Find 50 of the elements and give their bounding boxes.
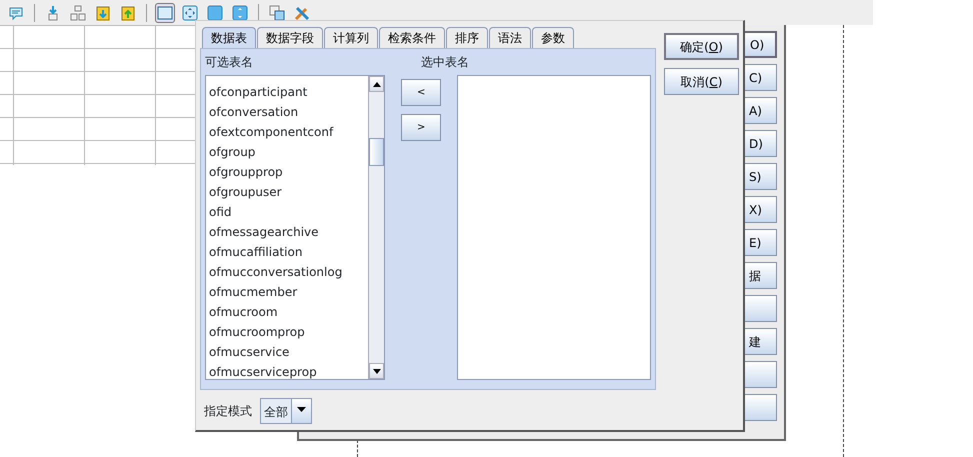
list-item[interactable]: ofgroupuser — [206, 182, 368, 202]
dialog-button[interactable]: 确定(O) — [664, 33, 739, 60]
mode-dropdown[interactable]: 全部 — [260, 398, 312, 424]
tab[interactable]: 语法 — [489, 27, 531, 48]
list-item[interactable]: ofmucroomprop — [206, 322, 368, 342]
list-item[interactable]: ofmessagearchive — [206, 222, 368, 242]
list-item[interactable]: ofgroup — [206, 142, 368, 162]
caret-icon — [297, 407, 306, 412]
list-item[interactable]: ofid — [206, 202, 368, 222]
move-button[interactable]: > — [401, 114, 442, 141]
list-label: 可选表名 — [205, 54, 253, 71]
fit-icon — [182, 4, 198, 20]
tab[interactable]: 数据表 — [202, 27, 256, 48]
table-list[interactable] — [205, 75, 386, 380]
scrollbar[interactable] — [368, 76, 384, 379]
square-icon — [207, 4, 223, 20]
list-item[interactable]: ofmucroom — [206, 302, 368, 322]
window-icon — [157, 4, 173, 20]
tab[interactable]: 检索条件 — [379, 27, 445, 48]
list-item[interactable]: ofmucconversationlog — [206, 262, 368, 282]
list-item[interactable]: ofconversation — [206, 102, 368, 122]
clipboard-icon — [120, 4, 136, 20]
scrollbar-thumb[interactable] — [369, 138, 384, 166]
clipboard-icon — [95, 4, 111, 20]
comment-icon — [8, 4, 24, 20]
tab[interactable]: 数据字段 — [257, 27, 323, 48]
toolbar-button[interactable] — [155, 2, 175, 22]
tab[interactable]: 参数 — [532, 27, 574, 48]
tab[interactable]: 排序 — [446, 27, 488, 48]
list-item[interactable]: ofmucaffiliation — [206, 242, 368, 262]
list-item[interactable]: ofmucmember — [206, 282, 368, 302]
down-arrow-icon — [372, 368, 381, 374]
move-button[interactable]: < — [401, 79, 442, 106]
list-item[interactable]: ofmucserviceprop — [206, 362, 368, 379]
toolbar-button[interactable] — [68, 2, 88, 22]
list-item[interactable]: ofmucservice — [206, 342, 368, 362]
tools-icon — [294, 4, 310, 20]
expand-icon — [232, 4, 248, 20]
list-item[interactable]: ofextcomponentconf — [206, 122, 368, 142]
tab[interactable]: 计算列 — [324, 27, 378, 48]
toolbar-button[interactable] — [180, 2, 200, 22]
toolbar-button[interactable] — [205, 2, 225, 22]
list-item[interactable]: ofgroupprop — [206, 162, 368, 182]
mode-label: 指定模式 — [204, 403, 252, 420]
up-arrow-icon — [372, 82, 381, 86]
toolbar-button[interactable] — [230, 2, 250, 22]
list-label: 选中表名 — [421, 54, 469, 71]
tree-icon — [70, 4, 86, 20]
list-item[interactable]: ofconparticipant — [206, 82, 368, 102]
dialog-button[interactable]: 取消(C) — [664, 68, 739, 95]
